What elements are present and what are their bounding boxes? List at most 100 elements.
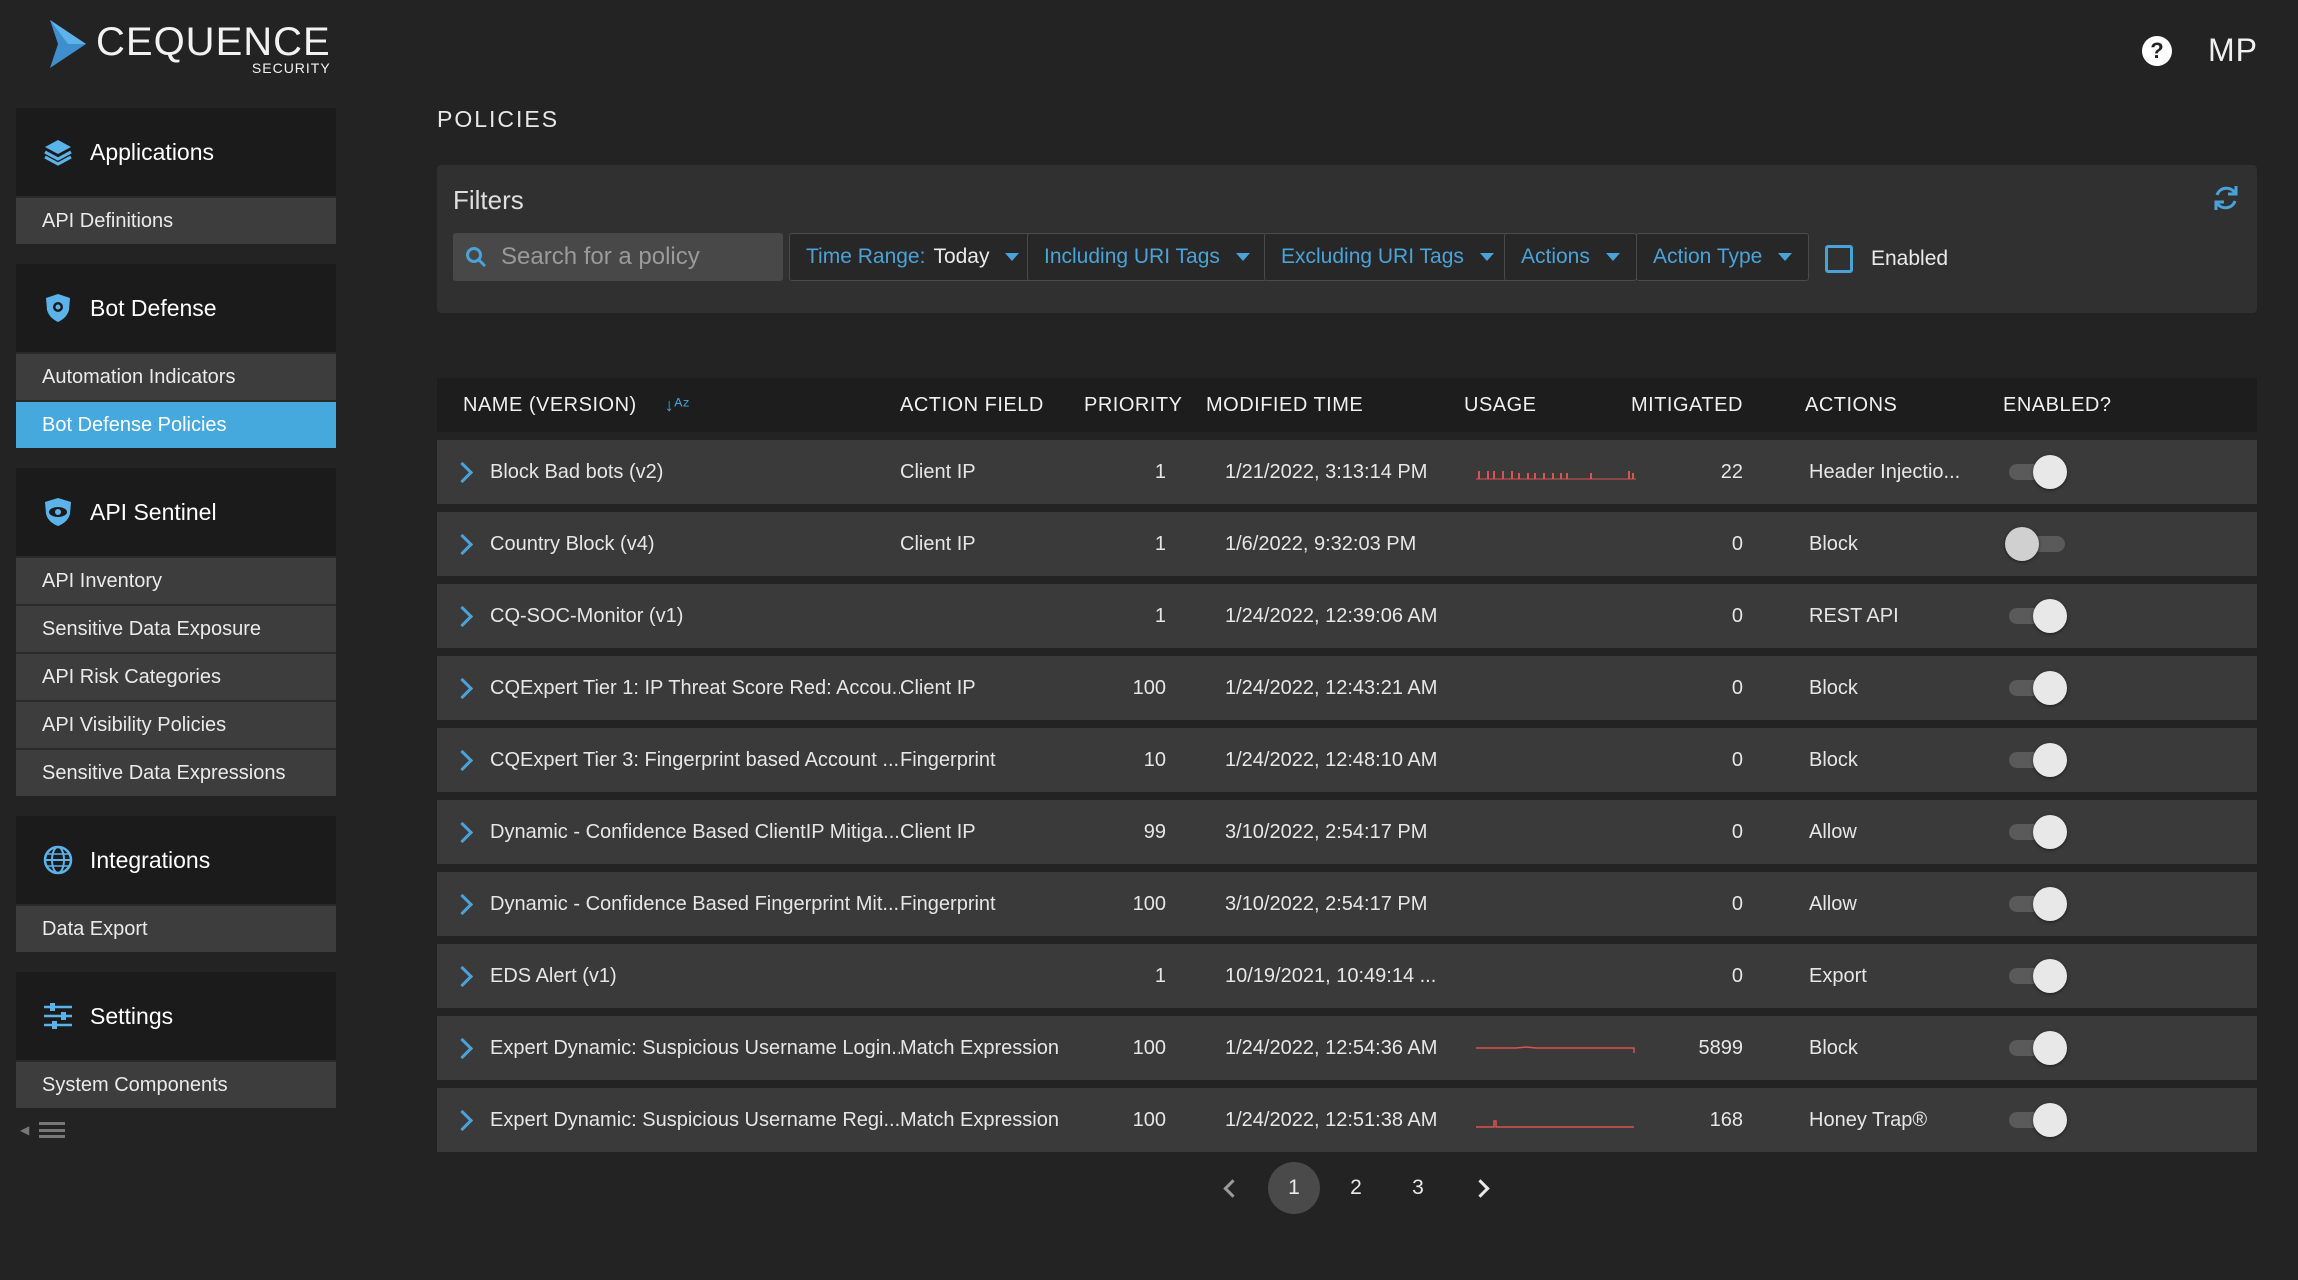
table-row[interactable]: EDS Alert (v1) 1 10/19/2021, 10:49:14 ... 0…: [437, 944, 2257, 1008]
row-name-cell[interactable]: Expert Dynamic: Suspicious Username Regi…: [437, 1109, 900, 1132]
enabled-toggle[interactable]: [2009, 887, 2067, 921]
row-name-cell[interactable]: EDS Alert (v1): [437, 965, 900, 988]
table-row[interactable]: Block Bad bots (v2) Client IP 1 1/21/2022, …: [437, 440, 2257, 504]
prev-page-button[interactable]: [1206, 1162, 1258, 1214]
row-name-cell[interactable]: CQ-SOC-Monitor (v1): [437, 605, 900, 628]
sidebar-section-title: Settings: [90, 1002, 174, 1029]
enabled-toggle[interactable]: [2009, 599, 2067, 633]
time-range-label: Time Range:: [806, 245, 926, 268]
enabled-toggle[interactable]: [2009, 815, 2067, 849]
chevron-right-icon[interactable]: [451, 1109, 474, 1131]
sidebar-collapse-button[interactable]: ◀: [20, 1122, 66, 1138]
enabled-toggle[interactable]: [2009, 743, 2067, 777]
table-row[interactable]: Country Block (v4) Client IP 1 1/6/2022, 9:…: [437, 512, 2257, 576]
enabled-toggle[interactable]: [2009, 1103, 2067, 1137]
row-name-cell[interactable]: Dynamic - Confidence Based Fingerprint M…: [437, 893, 900, 916]
mitigated: 0: [1731, 676, 1743, 699]
col-modified-header[interactable]: MODIFIED TIME: [1166, 394, 1457, 417]
table-row[interactable]: Expert Dynamic: Suspicious Username Logi…: [437, 1016, 2257, 1080]
enabled-toggle[interactable]: [2009, 455, 2067, 489]
row-name-cell[interactable]: CQExpert Tier 3: Fingerprint based Accou…: [437, 749, 900, 772]
row-name-cell[interactable]: Dynamic - Confidence Based ClientIP Miti…: [437, 821, 900, 844]
chevron-right-icon[interactable]: [451, 749, 474, 771]
sidebar-item-sensitive-data-expressions[interactable]: Sensitive Data Expressions: [16, 748, 336, 796]
sidebar-item-data-export[interactable]: Data Export: [16, 904, 336, 952]
chevron-right-icon[interactable]: [451, 677, 474, 699]
caret-down-icon: [1005, 253, 1020, 261]
col-enabled-header[interactable]: ENABLED?: [1989, 394, 2163, 417]
cequence-logo[interactable]: CEQUENCE SECURITY: [48, 18, 331, 76]
sort-az-icon[interactable]: ↓ᴬᶻ: [665, 395, 690, 416]
col-name-header[interactable]: NAME (VERSION) ↓ᴬᶻ: [437, 394, 900, 417]
sidebar-item-system-components[interactable]: System Components: [16, 1060, 336, 1108]
enabled-cell: [1993, 599, 2169, 633]
row-name-cell[interactable]: Expert Dynamic: Suspicious Username Logi…: [437, 1037, 900, 1060]
chevron-right-icon[interactable]: [451, 893, 474, 915]
sidebar-item-api-definitions[interactable]: API Definitions: [16, 196, 336, 244]
modified-time: 10/19/2021, 10:49:14 ...: [1225, 964, 1437, 987]
sidebar-section-bot-defense: Bot Defense Automation Indicators Bot De…: [16, 264, 336, 448]
user-avatar[interactable]: MP: [2208, 32, 2258, 69]
sidebar-item-api-risk-categories[interactable]: API Risk Categories: [16, 652, 336, 700]
shield-icon: [42, 292, 74, 324]
policy-name: Expert Dynamic: Suspicious Username Regi…: [490, 1108, 900, 1131]
sidebar-item-bot-defense-policies[interactable]: Bot Defense Policies: [16, 400, 336, 448]
time-range-dropdown[interactable]: Time Range: Today: [789, 233, 1037, 281]
enabled-toggle[interactable]: [2005, 527, 2065, 561]
sidebar-header-applications[interactable]: Applications: [16, 108, 336, 196]
sidebar-item-automation-indicators[interactable]: Automation Indicators: [16, 352, 336, 400]
actions-dropdown[interactable]: Actions: [1504, 233, 1637, 281]
table-row[interactable]: CQExpert Tier 3: Fingerprint based Accou…: [437, 728, 2257, 792]
row-name-cell[interactable]: Block Bad bots (v2): [437, 461, 900, 484]
col-actions-header[interactable]: ACTIONS: [1731, 394, 1989, 417]
layers-icon: [42, 136, 74, 168]
chevron-right-icon[interactable]: [451, 533, 474, 555]
sidebar-item-api-visibility-policies[interactable]: API Visibility Policies: [16, 700, 336, 748]
col-mitigated-header[interactable]: MITIGATED: [1631, 394, 1742, 417]
table-row[interactable]: Expert Dynamic: Suspicious Username Regi…: [437, 1088, 2257, 1152]
chevron-right-icon[interactable]: [451, 605, 474, 627]
question-icon[interactable]: ?: [2142, 35, 2172, 66]
chevron-right-icon[interactable]: [451, 965, 474, 987]
enabled-toggle[interactable]: [2009, 959, 2067, 993]
search-input[interactable]: [499, 242, 763, 272]
enabled-toggle[interactable]: [2009, 671, 2067, 705]
col-field-header[interactable]: ACTION FIELD: [900, 394, 1084, 417]
table-row[interactable]: CQExpert Tier 1: IP Threat Score Red: Ac…: [437, 656, 2257, 720]
refresh-icon[interactable]: [2211, 183, 2241, 218]
next-page-button[interactable]: [1454, 1162, 1506, 1214]
modified-time: 3/10/2022, 2:54:17 PM: [1225, 820, 1428, 843]
excluding-uri-tags-dropdown[interactable]: Excluding URI Tags: [1264, 233, 1511, 281]
chevron-right-icon[interactable]: [451, 1037, 474, 1059]
page-button-2[interactable]: 2: [1330, 1162, 1382, 1214]
sidebar-header-integrations[interactable]: Integrations: [16, 816, 336, 904]
col-priority-header[interactable]: PRIORITY: [1084, 394, 1182, 417]
table-row[interactable]: CQ-SOC-Monitor (v1) 1 1/24/2022, 12:39:06 …: [437, 584, 2257, 648]
priority: 100: [1132, 676, 1166, 699]
enabled-filter[interactable]: Enabled: [1825, 245, 1948, 273]
policy-action: Block: [1809, 1036, 1858, 1059]
sidebar-item-sensitive-data-exposure[interactable]: Sensitive Data Exposure: [16, 604, 336, 652]
enabled-cell: [1993, 743, 2169, 777]
caret-down-icon: [1479, 253, 1494, 261]
row-name-cell[interactable]: CQExpert Tier 1: IP Threat Score Red: Ac…: [437, 677, 900, 700]
sidebar-header-api-sentinel[interactable]: API Sentinel: [16, 468, 336, 556]
enabled-toggle[interactable]: [2009, 1031, 2067, 1065]
page-button-1[interactable]: 1: [1268, 1162, 1320, 1214]
policy-action: Honey Trap®: [1809, 1108, 1928, 1131]
table-row[interactable]: Dynamic - Confidence Based ClientIP Miti…: [437, 800, 2257, 864]
row-name-cell[interactable]: Country Block (v4): [437, 533, 900, 556]
chevron-right-icon[interactable]: [451, 461, 474, 483]
table-row[interactable]: Dynamic - Confidence Based Fingerprint M…: [437, 872, 2257, 936]
enabled-checkbox[interactable]: [1825, 245, 1853, 273]
enabled-cell: [1993, 959, 2169, 993]
page-button-3[interactable]: 3: [1392, 1162, 1444, 1214]
sidebar-header-bot-defense[interactable]: Bot Defense: [16, 264, 336, 352]
priority: 1: [1154, 532, 1166, 555]
sidebar-header-settings[interactable]: Settings: [16, 972, 336, 1060]
sidebar-item-api-inventory[interactable]: API Inventory: [16, 556, 336, 604]
including-uri-tags-dropdown[interactable]: Including URI Tags: [1027, 233, 1267, 281]
usage-sparkline: [1476, 471, 1636, 480]
action-type-dropdown[interactable]: Action Type: [1636, 233, 1810, 281]
chevron-right-icon[interactable]: [451, 821, 474, 843]
